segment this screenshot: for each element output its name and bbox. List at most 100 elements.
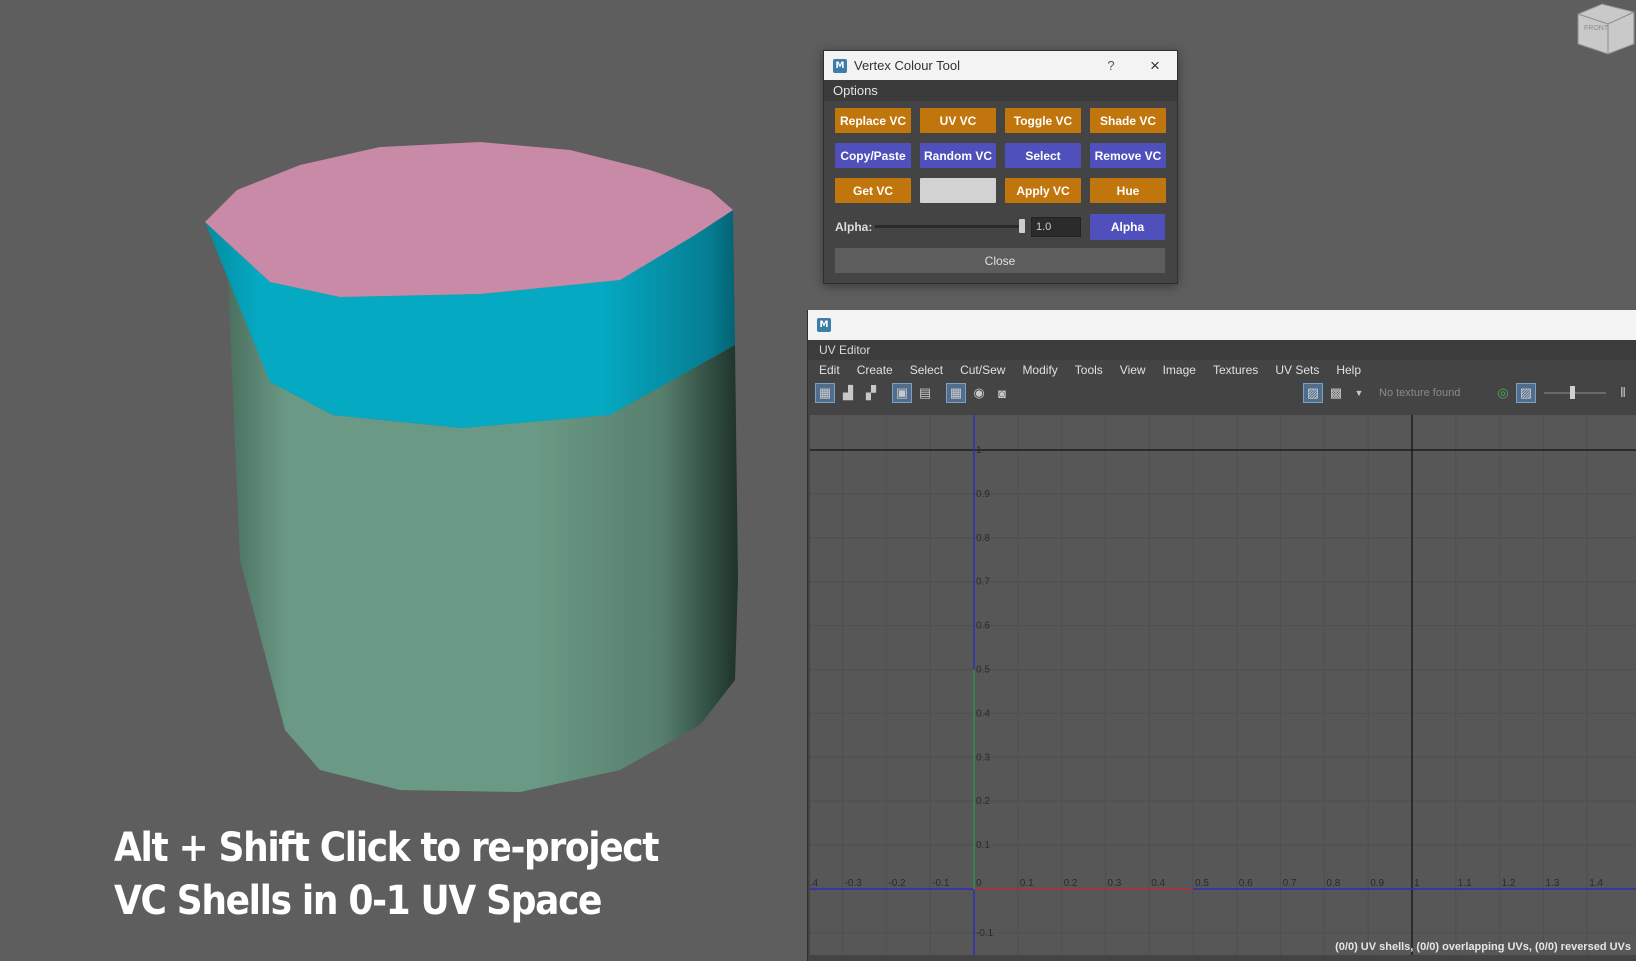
image-icon[interactable]: ▨ xyxy=(1516,383,1536,403)
u-tick-label: 0.6 xyxy=(1239,878,1253,889)
uv-status: (0/0) UV shells, (0/0) overlapping UVs, … xyxy=(1335,941,1631,953)
alpha-label: Alpha: xyxy=(835,219,873,234)
u-tick-label: 0.1 xyxy=(1020,878,1034,889)
caption: Alt + Shift Click to re-project VC Shell… xyxy=(114,822,660,928)
menu-edit[interactable]: Edit xyxy=(819,363,840,377)
color-swatch[interactable] xyxy=(920,178,996,203)
cylinder-mesh[interactable] xyxy=(0,0,760,800)
camera-icon[interactable]: ◙ xyxy=(993,384,1011,402)
u-tick-label: 0.9 xyxy=(1370,878,1384,889)
u-tick-label: 0.3 xyxy=(1107,878,1121,889)
remove-vc-button[interactable]: Remove VC xyxy=(1090,143,1166,168)
alpha-slider[interactable] xyxy=(875,219,1025,233)
exposure-slider-handle[interactable] xyxy=(1570,386,1575,399)
uv-grid-view[interactable]: -0.4 -0.3 -0.2 -0.1 0 0.1 0.2 0.3 0.4 0.5 0.6 0.7 0.… xyxy=(810,415,1636,955)
v-tick-label: 0.7 xyxy=(976,577,990,588)
u-tick-label: -0.4 xyxy=(810,878,818,889)
menu-help[interactable]: Help xyxy=(1336,363,1361,377)
shade-icon[interactable]: ◉ xyxy=(970,384,988,402)
random-vc-button[interactable]: Random VC xyxy=(920,143,996,168)
u-tick-label: -0.2 xyxy=(888,878,906,889)
help-icon[interactable]: ? xyxy=(1101,58,1121,73)
uv-titlebar[interactable]: M xyxy=(808,310,1636,340)
v-tick-label: 0.2 xyxy=(976,796,990,807)
menu-cut-sew[interactable]: Cut/Sew xyxy=(960,363,1005,377)
layout-icon[interactable]: ▞ xyxy=(862,384,880,402)
vertex-colour-tool-window: M Vertex Colour Tool ? × Options Replace… xyxy=(823,50,1178,284)
alpha-button[interactable]: Alpha xyxy=(1090,213,1165,240)
menu-textures[interactable]: Textures xyxy=(1213,363,1258,377)
uv-editor-window: M UV Editor Edit Create Select Cut/Sew Modif… xyxy=(807,310,1636,961)
vct-titlebar[interactable]: M Vertex Colour Tool ? × xyxy=(824,51,1177,80)
u-tick-label: 1.3 xyxy=(1545,878,1559,889)
grid-icon[interactable]: ▦ xyxy=(946,383,966,403)
u-tick-label: 1 xyxy=(1414,878,1420,889)
u-tick-label: 1.2 xyxy=(1502,878,1516,889)
v-tick-label: -0.1 xyxy=(976,928,994,939)
menu-create[interactable]: Create xyxy=(857,363,893,377)
menu-options[interactable]: Options xyxy=(833,83,878,98)
menu-image[interactable]: Image xyxy=(1163,363,1196,377)
u-tick-label: 0.4 xyxy=(1151,878,1165,889)
close-icon[interactable]: × xyxy=(1145,56,1165,76)
shade-vc-button[interactable]: Shade VC xyxy=(1090,108,1166,133)
u-tick-label: 0.5 xyxy=(1195,878,1209,889)
menu-select[interactable]: Select xyxy=(910,363,943,377)
u-tick-label: 1.4 xyxy=(1589,878,1603,889)
uv-menubar: Edit Create Select Cut/Sew Modify Tools View Im… xyxy=(808,360,1636,379)
apply-vc-button[interactable]: Apply VC xyxy=(1005,178,1081,203)
v-tick-label: 0.5 xyxy=(976,665,990,676)
vct-button-grid: Replace VC UV VC Toggle VC Shade VC Copy/Pas… xyxy=(835,108,1166,203)
menu-modify[interactable]: Modify xyxy=(1022,363,1057,377)
alpha-slider-handle[interactable] xyxy=(1019,219,1025,233)
uv-shell-icon[interactable]: ▦ xyxy=(815,383,835,403)
u-tick-label: 1.1 xyxy=(1458,878,1472,889)
maya-logo-icon: M xyxy=(817,318,831,332)
v-tick-label: 1 xyxy=(976,445,982,456)
maya-logo-icon: M xyxy=(833,58,847,73)
uv-panel-label: UV Editor xyxy=(808,340,1636,360)
select-button[interactable]: Select xyxy=(1005,143,1081,168)
menu-view[interactable]: View xyxy=(1120,363,1146,377)
u-tick-label: -0.3 xyxy=(845,878,863,889)
v-tick-label: 0.1 xyxy=(976,840,990,851)
u-tick-label: -0.1 xyxy=(932,878,950,889)
v-tick-label: 0.3 xyxy=(976,752,990,763)
get-vc-button[interactable]: Get VC xyxy=(835,178,911,203)
uv-toolbar: ▦ ▟ ▞ ▣ ▤ ▦ ◉ ◙ ▨ ▩ ▼ No texture found ◎… xyxy=(808,379,1636,407)
checker-icon[interactable]: ▩ xyxy=(1327,384,1345,402)
caption-line-2: VC Shells in 0-1 UV Space xyxy=(114,878,602,924)
v-tick-label: 0.6 xyxy=(976,621,990,632)
menu-tools[interactable]: Tools xyxy=(1075,363,1103,377)
caption-line-1: Alt + Shift Click to re-project xyxy=(114,825,660,871)
menu-uv-sets[interactable]: UV Sets xyxy=(1275,363,1319,377)
uv-background xyxy=(810,415,1636,955)
texture-field[interactable]: No texture found xyxy=(1373,387,1494,399)
replace-vc-button[interactable]: Replace VC xyxy=(835,108,911,133)
vct-menubar: Options xyxy=(824,80,1177,101)
alpha-value-field[interactable]: 1.0 xyxy=(1031,216,1081,237)
grid-snap-icon[interactable]: ▤ xyxy=(916,384,934,402)
view-cube[interactable]: FRONT xyxy=(1572,0,1636,56)
stack-icon[interactable]: ▟ xyxy=(839,384,857,402)
viewcube-label: FRONT xyxy=(1584,25,1609,32)
copy-paste-button[interactable]: Copy/Paste xyxy=(835,143,911,168)
image-display-icon[interactable]: ▨ xyxy=(1303,383,1323,403)
uv-vc-button[interactable]: UV VC xyxy=(920,108,996,133)
v-tick-label: 0.8 xyxy=(976,533,990,544)
v-tick-label: 0.4 xyxy=(976,708,990,719)
u-tick-label: 0 xyxy=(976,878,982,889)
alpha-row: Alpha: 1.0 Alpha xyxy=(835,213,1165,240)
close-button[interactable]: Close xyxy=(835,248,1165,273)
u-tick-label: 0.7 xyxy=(1283,878,1297,889)
u-tick-label: 0.8 xyxy=(1326,878,1340,889)
expand-icon[interactable]: ⦀ xyxy=(1614,384,1632,402)
u-tick-label: 0.2 xyxy=(1064,878,1078,889)
vct-title: Vertex Colour Tool xyxy=(854,58,960,73)
rgb-icon[interactable]: ◎ xyxy=(1494,384,1512,402)
toggle-vc-button[interactable]: Toggle VC xyxy=(1005,108,1081,133)
hue-button[interactable]: Hue xyxy=(1090,178,1166,203)
frame-icon[interactable]: ▣ xyxy=(892,383,912,403)
chevron-down-icon[interactable]: ▼ xyxy=(1350,384,1368,402)
exposure-slider[interactable] xyxy=(1544,386,1606,399)
